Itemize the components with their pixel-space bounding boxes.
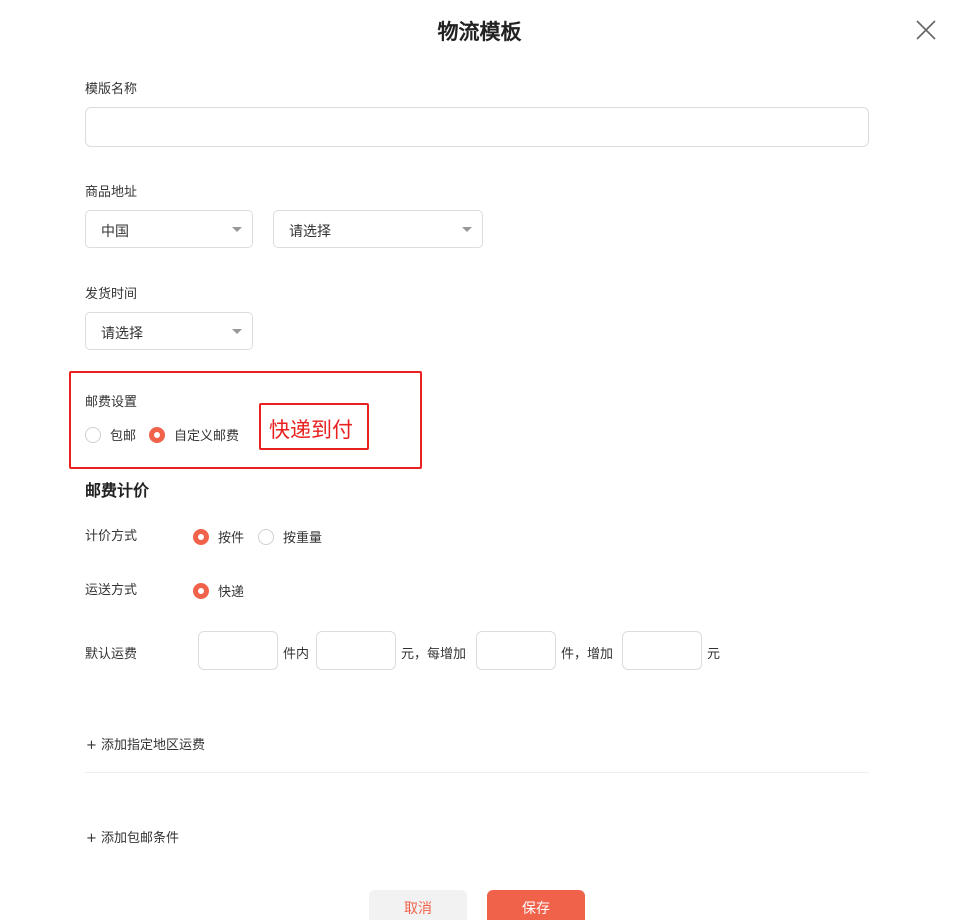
chevron-down-icon: [232, 329, 242, 334]
country-select-value: 中国: [101, 224, 129, 240]
radio-by-weight-label: 按重量: [283, 531, 323, 546]
radio-express[interactable]: 快递: [193, 581, 244, 600]
pricing-section-title: 邮费计价: [85, 481, 150, 500]
radio-by-piece-label: 按件: [218, 531, 245, 546]
first-fee-input[interactable]: [316, 631, 396, 670]
first-pieces-input[interactable]: [198, 631, 278, 670]
radio-circle-icon: [258, 528, 274, 545]
radio-selected-icon: [193, 582, 209, 599]
annotation-box: 快递到付: [259, 403, 369, 450]
save-button[interactable]: 保存: [487, 890, 585, 920]
add-region-fee-link[interactable]: + 添加指定地区运费: [86, 734, 205, 753]
add-free-condition-link[interactable]: + 添加包邮条件: [86, 827, 179, 846]
divider: [85, 772, 869, 773]
default-fee-label: 默认运费: [85, 647, 138, 662]
radio-selected-icon: [149, 426, 165, 443]
unit-yuan-each-add: 元，每增加: [401, 647, 467, 662]
chevron-down-icon: [232, 227, 242, 232]
address-label: 商品地址: [85, 185, 138, 200]
postage-setting-label: 邮费设置: [85, 395, 138, 410]
dialog-title: 物流模板: [437, 20, 522, 44]
radio-free-shipping[interactable]: 包邮: [85, 425, 136, 444]
delivery-method-label: 运送方式: [85, 583, 138, 598]
template-name-label: 模版名称: [85, 82, 138, 97]
close-icon[interactable]: [914, 18, 938, 42]
annotation-text: 快递到付: [269, 418, 353, 442]
unit-yuan: 元: [707, 647, 721, 662]
country-select[interactable]: 中国: [85, 210, 253, 248]
radio-by-piece[interactable]: 按件: [193, 527, 244, 546]
additional-fee-input[interactable]: [622, 631, 702, 670]
unit-pieces-within: 件内: [283, 647, 310, 662]
radio-selected-icon: [193, 528, 209, 545]
radio-custom-postage[interactable]: 自定义邮费: [149, 425, 239, 444]
cancel-button[interactable]: 取消: [369, 890, 467, 920]
chevron-down-icon: [462, 227, 472, 232]
ship-time-select[interactable]: 请选择: [85, 312, 253, 350]
radio-by-weight[interactable]: 按重量: [258, 527, 322, 546]
region-select-value: 请选择: [289, 224, 331, 240]
radio-express-label: 快递: [218, 585, 245, 600]
additional-pieces-input[interactable]: [476, 631, 556, 670]
pricing-method-label: 计价方式: [85, 529, 138, 544]
template-name-input[interactable]: [85, 107, 869, 147]
radio-free-shipping-label: 包邮: [110, 429, 137, 444]
highlight-box: [69, 371, 422, 469]
region-select[interactable]: 请选择: [273, 210, 483, 248]
ship-time-select-value: 请选择: [101, 326, 143, 342]
radio-circle-icon: [85, 426, 101, 443]
unit-pieces-add: 件，增加: [561, 647, 614, 662]
radio-custom-postage-label: 自定义邮费: [174, 429, 240, 444]
ship-time-label: 发货时间: [85, 287, 138, 302]
